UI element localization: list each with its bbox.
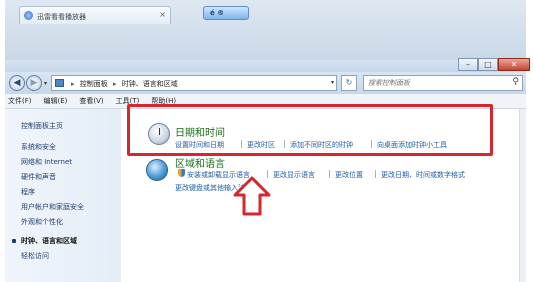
browser-tab-xunlei[interactable]: 迅雷看看播放器 × — [19, 6, 171, 24]
tab2-label: é ® — [210, 9, 225, 17]
search-icon[interactable]: ⚲ — [512, 77, 519, 87]
sidebar-item-clock-language[interactable]: 时钟、语言和区域 — [21, 236, 77, 246]
minimize-button[interactable]: – — [458, 58, 478, 71]
link-change-location[interactable]: 更改位置 — [335, 170, 363, 180]
breadcrumb-separator[interactable]: ▸ — [113, 80, 117, 88]
sidebar-item-hardware[interactable]: 硬件和声音 — [21, 172, 56, 182]
address-bar-row: ◀ ▶ ▾ ▸ 控制面板 ▸ 时钟、语言和区域 ▾ ↻ ⚲ — [5, 72, 526, 94]
sidebar: 控制面板主页 系统和安全 网络和 Internet 硬件和声音 程序 用户帐户和… — [5, 109, 121, 282]
menu-view[interactable]: 查看(V) — [79, 96, 103, 106]
breadcrumb-clock-language-region[interactable]: 时钟、语言和区域 — [122, 80, 178, 88]
recent-pages-dropdown[interactable]: ▾ — [44, 80, 47, 87]
search-input[interactable] — [368, 77, 504, 89]
control-panel-icon — [55, 79, 64, 87]
link-change-formats[interactable]: 更改日期、时间或数字格式 — [381, 170, 465, 180]
tab-close-icon[interactable]: × — [159, 10, 166, 19]
address-bar[interactable]: ▸ 控制面板 ▸ 时钟、语言和区域 ▾ — [51, 75, 337, 91]
sidebar-item-programs[interactable]: 程序 — [21, 187, 35, 197]
forward-button[interactable]: ▶ — [26, 75, 42, 91]
category-region-title[interactable]: 区域和语言 — [175, 155, 225, 170]
menu-file[interactable]: 文件(F) — [8, 96, 32, 106]
sidebar-item-system-security[interactable]: 系统和安全 — [21, 142, 56, 152]
address-dropdown-icon[interactable]: ▾ — [331, 79, 334, 86]
link-divider — [375, 170, 376, 178]
sidebar-item-user-accounts[interactable]: 用户帐户和家庭安全 — [21, 202, 84, 212]
menu-edit[interactable]: 编辑(E) — [44, 96, 68, 106]
vertical-scrollbar[interactable] — [519, 109, 526, 282]
shield-icon — [178, 169, 185, 177]
sidebar-item-ease-of-access[interactable]: 轻松访问 — [21, 251, 49, 261]
maximize-button[interactable]: □ — [478, 58, 498, 71]
xunlei-icon — [24, 11, 33, 20]
back-button[interactable]: ◀ — [9, 75, 25, 91]
link-divider — [329, 170, 330, 178]
current-item-bullet-icon — [12, 239, 16, 243]
window-caption — [5, 60, 526, 72]
close-button[interactable]: ✕ — [498, 58, 530, 71]
refresh-button[interactable]: ↻ — [341, 75, 357, 91]
up-arrow-icon — [233, 176, 271, 216]
breadcrumb-control-panel[interactable]: 控制面板 — [80, 80, 108, 88]
breadcrumb: ▸ 控制面板 ▸ 时钟、语言和区域 — [68, 79, 178, 89]
link-change-display-language[interactable]: 更改显示语言 — [273, 170, 315, 180]
right-margin — [526, 0, 533, 282]
window-controls: – □ ✕ — [458, 58, 530, 71]
sidebar-item-network[interactable]: 网络和 Internet — [21, 157, 72, 167]
tab-title: 迅雷看看播放器 — [37, 13, 86, 21]
browser-tab-2[interactable]: é ® — [203, 6, 249, 20]
search-box[interactable]: ⚲ — [363, 75, 523, 91]
sidebar-item-appearance[interactable]: 外观和个性化 — [21, 217, 63, 227]
globe-icon[interactable] — [146, 159, 168, 181]
highlight-box — [127, 104, 493, 156]
sidebar-item-home[interactable]: 控制面板主页 — [21, 121, 63, 131]
browser-tab-strip: 迅雷看看播放器 × é ® — [5, 0, 526, 60]
breadcrumb-separator[interactable]: ▸ — [71, 80, 75, 88]
